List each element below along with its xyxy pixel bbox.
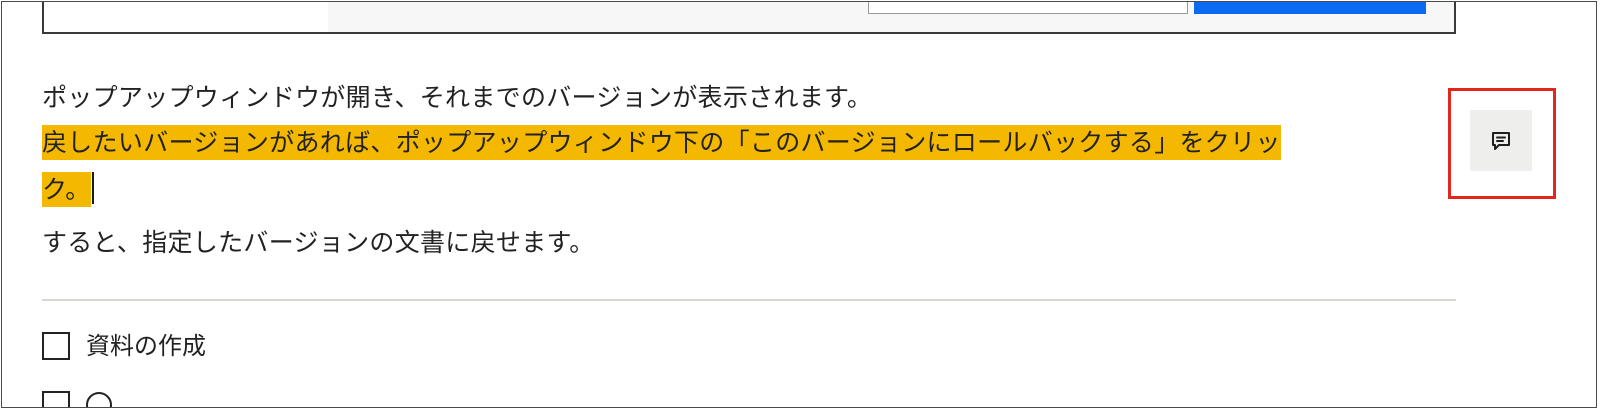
embedded-screenshot xyxy=(42,2,1456,34)
embedded-primary-button xyxy=(1194,2,1426,14)
comment-button[interactable] xyxy=(1470,110,1532,171)
todo-item[interactable] xyxy=(42,391,112,407)
text-cursor xyxy=(91,172,94,204)
todo-item[interactable]: 資料の作成 xyxy=(42,331,206,361)
comment-icon xyxy=(1492,131,1510,150)
text-highlight: 戻したいバージョンがあれば、ポップアップウィンドウ下の「このバージョンにロールバ… xyxy=(42,125,1281,160)
screenshot-frame: ポップアップウィンドウが開き、それまでのバージョンが表示されます。 戻したいバー… xyxy=(1,1,1597,408)
highlighted-paragraph-line-1[interactable]: 戻したいバージョンがあれば、ポップアップウィンドウ下の「このバージョンにロールバ… xyxy=(42,125,1281,160)
highlighted-paragraph-line-2[interactable]: ク。 xyxy=(42,172,94,207)
embedded-secondary-button xyxy=(868,2,1188,14)
text-highlight: ク。 xyxy=(42,172,91,207)
paragraph-line-1[interactable]: ポップアップウィンドウが開き、それまでのバージョンが表示されます。 xyxy=(42,81,872,115)
todo-checkbox[interactable] xyxy=(42,391,70,407)
divider xyxy=(42,299,1456,301)
todo-checkbox[interactable] xyxy=(42,332,70,360)
mention-icon xyxy=(86,392,112,407)
paragraph-line-4[interactable]: すると、指定したバージョンの文書に戻せます。 xyxy=(42,226,595,260)
todo-label: 資料の作成 xyxy=(86,332,206,360)
